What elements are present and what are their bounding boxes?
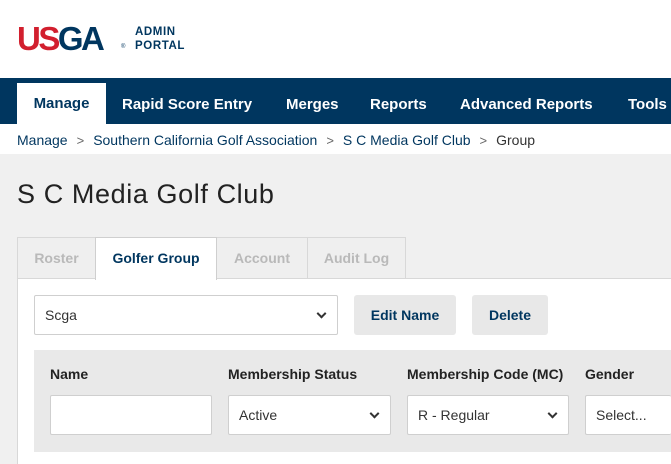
nav-advanced-reports[interactable]: Advanced Reports <box>460 78 593 124</box>
logo-ga: GA <box>57 20 105 57</box>
membership-code-select[interactable]: R - Regular <box>407 395 569 435</box>
nav-tools[interactable]: Tools <box>628 78 667 124</box>
gender-label: Gender <box>585 366 635 382</box>
admin-portal-label: ADMIN PORTAL <box>135 25 185 53</box>
breadcrumb-separator: > <box>76 132 85 148</box>
breadcrumb-separator: > <box>326 132 334 148</box>
tab-audit-log[interactable]: Audit Log <box>307 237 406 279</box>
portal-line-1: ADMIN <box>135 26 176 38</box>
breadcrumb-current: Group <box>496 132 536 148</box>
tab-golfer-group[interactable]: Golfer Group <box>95 237 217 280</box>
membership-status-label: Membership Status <box>228 366 358 382</box>
nav-rapid-score-entry[interactable]: Rapid Score Entry <box>122 78 252 124</box>
tab-roster[interactable]: Roster <box>17 237 96 279</box>
registered-mark: ® <box>121 44 126 50</box>
chevron-down-icon <box>547 408 558 419</box>
breadcrumb-club[interactable]: S C Media Golf Club <box>343 132 471 148</box>
membership-status-select[interactable]: Active <box>228 395 391 435</box>
header: USGA ® ADMIN PORTAL <box>0 0 671 78</box>
membership-code-label: Membership Code (MC) <box>407 366 564 382</box>
gender-select[interactable]: Select... <box>585 395 671 435</box>
group-select[interactable]: Scga <box>34 295 338 335</box>
name-label: Name <box>50 366 89 382</box>
tab-account[interactable]: Account <box>216 237 308 279</box>
delete-button[interactable]: Delete <box>472 295 548 335</box>
edit-name-button[interactable]: Edit Name <box>354 295 456 335</box>
logo-us: US <box>17 20 60 57</box>
chevron-down-icon <box>316 308 327 319</box>
group-select-value: Scga <box>45 307 77 323</box>
chevron-down-icon <box>369 408 380 419</box>
portal-line-2: PORTAL <box>135 40 186 52</box>
breadcrumb: Manage > Southern California Golf Associ… <box>17 130 535 150</box>
breadcrumb-manage[interactable]: Manage <box>17 132 68 148</box>
main-nav: Manage Rapid Score Entry Merges Reports … <box>0 78 671 124</box>
page-title: S C Media Golf Club <box>17 179 275 209</box>
nav-manage[interactable]: Manage <box>17 83 106 124</box>
usga-logo[interactable]: USGA <box>17 20 105 57</box>
membership-status-value: Active <box>239 407 278 423</box>
gender-select-value: Select... <box>596 407 647 423</box>
breadcrumb-association[interactable]: Southern California Golf Association <box>93 132 317 148</box>
nav-merges[interactable]: Merges <box>286 78 339 124</box>
name-input[interactable] <box>50 395 212 435</box>
breadcrumb-separator: > <box>479 132 488 148</box>
membership-code-value: R - Regular <box>418 407 490 423</box>
nav-reports[interactable]: Reports <box>370 78 427 124</box>
